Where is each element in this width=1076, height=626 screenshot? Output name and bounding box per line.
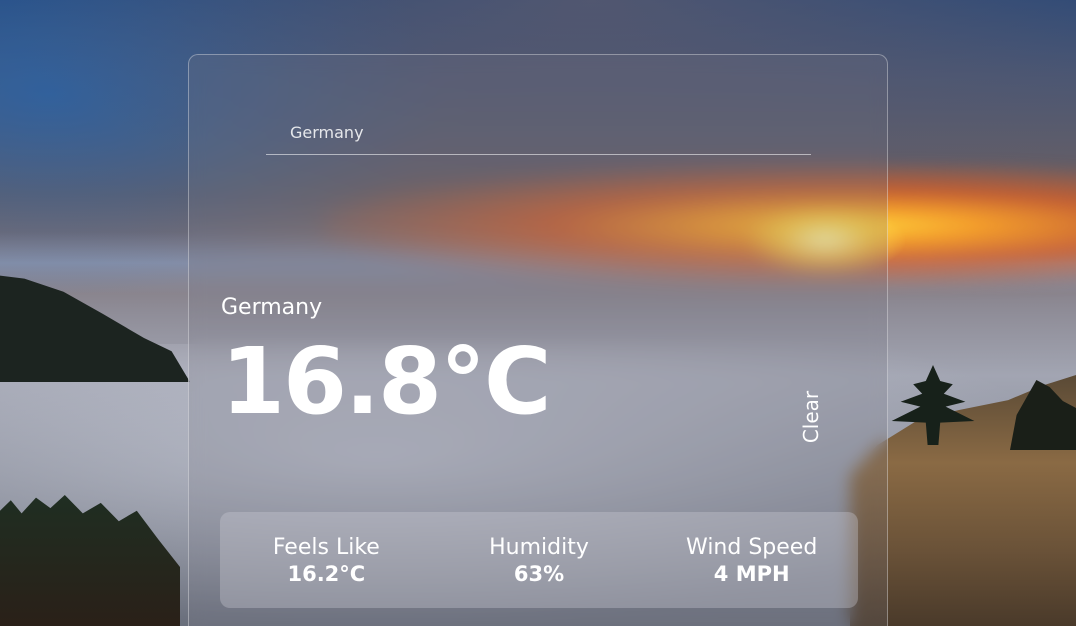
stat-value: 63% [513,562,565,587]
stat-wind-speed: Wind Speed 4 MPH [645,533,858,588]
weather-condition-label: Clear [799,390,823,444]
stat-feels-like: Feels Like 16.2°C [220,533,433,588]
weather-stats-panel: Feels Like 16.2°C Humidity 63% Wind Spee… [220,512,858,608]
stat-label: Feels Like [272,534,380,560]
weather-condition: Clear [786,387,836,447]
stat-value: 4 MPH [713,562,790,587]
stat-label: Wind Speed [686,534,818,560]
location-name: Germany [221,295,323,320]
current-temperature: 16.8°C [221,328,552,435]
search-bar [266,111,811,155]
weather-card: Germany 16.8°C Clear Feels Like 16.2°C H… [188,54,888,626]
stat-humidity: Humidity 63% [433,533,646,588]
stat-label: Humidity [489,534,589,560]
location-search-input[interactable] [266,111,811,154]
stat-value: 16.2°C [287,562,366,587]
